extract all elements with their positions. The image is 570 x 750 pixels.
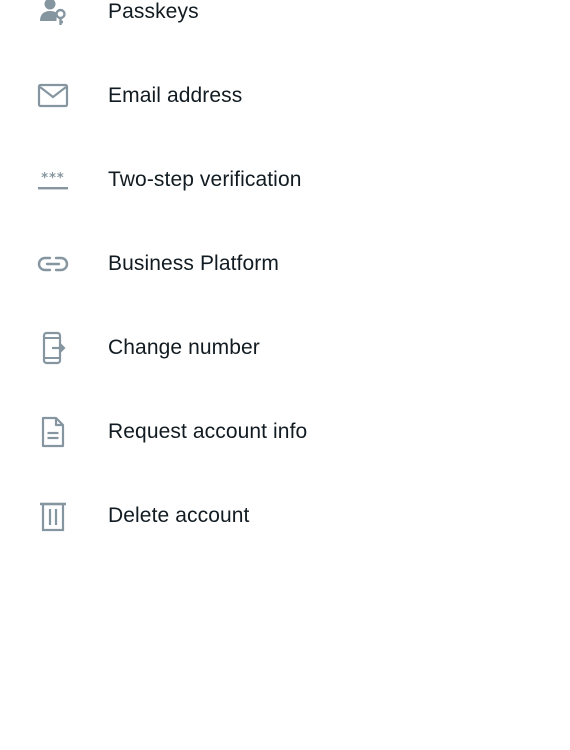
settings-item-delete-account[interactable]: Delete account bbox=[0, 474, 570, 558]
document-icon bbox=[35, 414, 71, 450]
trash-icon bbox=[35, 498, 71, 534]
settings-item-request-account-info[interactable]: Request account info bbox=[0, 390, 570, 474]
settings-item-label: Two-step verification bbox=[108, 168, 302, 191]
passkey-icon bbox=[35, 0, 71, 30]
svg-text:***: *** bbox=[41, 171, 64, 186]
settings-item-email-address[interactable]: Email address bbox=[0, 54, 570, 138]
settings-item-label: Email address bbox=[108, 84, 243, 107]
asterisk-password-icon: *** bbox=[35, 162, 71, 198]
link-icon bbox=[35, 246, 71, 282]
settings-item-two-step-verification[interactable]: *** Two-step verification bbox=[0, 138, 570, 222]
envelope-icon bbox=[35, 78, 71, 114]
settings-item-business-platform[interactable]: Business Platform bbox=[0, 222, 570, 306]
settings-item-label: Change number bbox=[108, 336, 260, 359]
phone-transfer-icon bbox=[35, 330, 71, 366]
settings-item-passkeys[interactable]: Passkeys bbox=[0, 0, 570, 54]
settings-item-label: Request account info bbox=[108, 420, 308, 443]
settings-item-change-number[interactable]: Change number bbox=[0, 306, 570, 390]
settings-item-label: Business Platform bbox=[108, 252, 279, 275]
settings-item-label: Delete account bbox=[108, 504, 250, 527]
settings-item-label: Passkeys bbox=[108, 0, 199, 23]
